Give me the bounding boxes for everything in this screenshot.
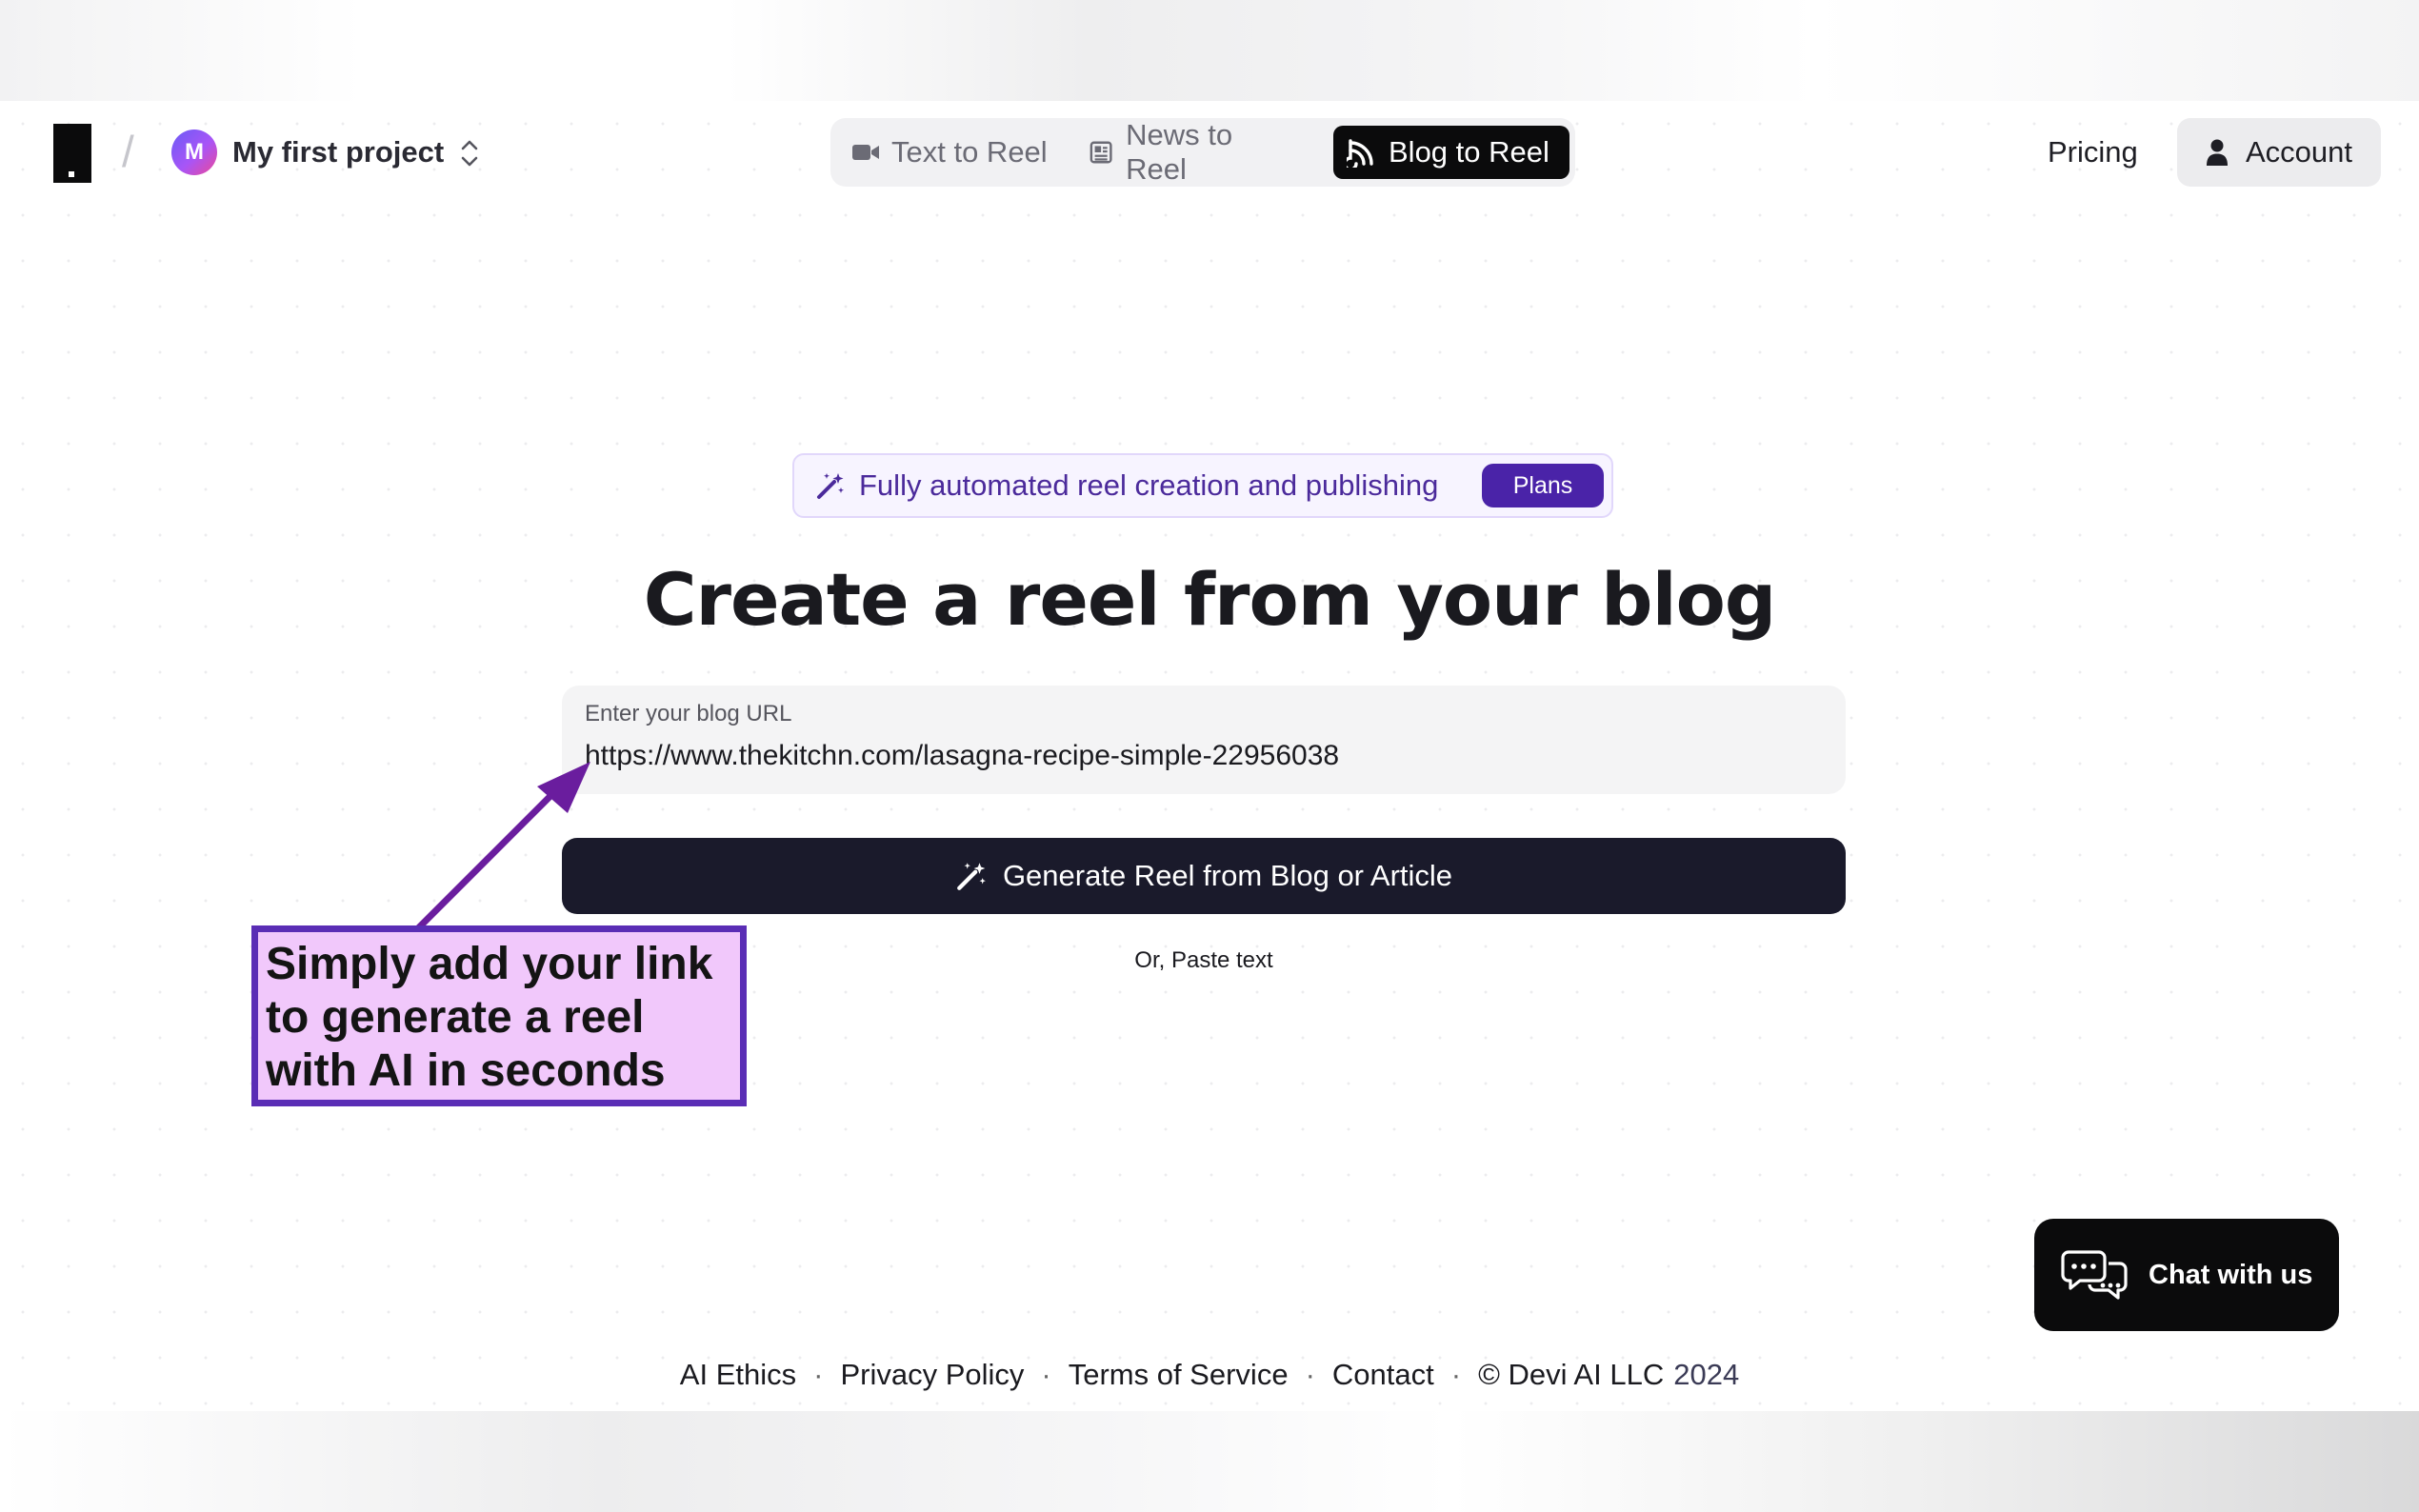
project-avatar[interactable]: M (171, 129, 217, 175)
app-logo[interactable] (53, 124, 91, 183)
footer-link-privacy-policy[interactable]: Privacy Policy (840, 1358, 1024, 1392)
tab-text-to-reel[interactable]: Text to Reel (838, 126, 1067, 179)
footer-separator: · (1305, 1358, 1315, 1391)
blog-url-input[interactable] (585, 735, 1813, 777)
paste-text-link[interactable]: Or, Paste text (1109, 943, 1299, 979)
footer-copyright: © Devi AI LLC (1478, 1358, 1665, 1391)
footer-separator: · (813, 1358, 824, 1391)
tab-label: Text to Reel (891, 135, 1048, 169)
top-backdrop (0, 0, 2419, 101)
magic-wand-icon (957, 863, 986, 890)
footer-link-terms-of-service[interactable]: Terms of Service (1069, 1358, 1289, 1392)
tab-label: Blog to Reel (1389, 135, 1549, 169)
tab-label: News to Reel (1126, 118, 1233, 186)
chat-with-us-button[interactable]: Chat with us (2034, 1219, 2339, 1331)
chat-bubbles-icon (2061, 1250, 2128, 1300)
magic-wand-icon (817, 473, 844, 499)
project-name[interactable]: My first project (232, 133, 444, 171)
plans-button[interactable]: Plans (1482, 464, 1604, 507)
footer-link-contact[interactable]: Contact (1332, 1358, 1434, 1392)
chat-label: Chat with us (2149, 1259, 2313, 1290)
blog-url-label: Enter your blog URL (585, 701, 792, 726)
account-button[interactable]: Account (2177, 118, 2381, 187)
account-label: Account (2245, 135, 2352, 169)
promo-banner[interactable]: Fully automated reel creation and publis… (792, 453, 1613, 518)
footer-separator: · (1041, 1358, 1051, 1391)
footer-separator: · (1450, 1358, 1462, 1391)
promo-text: Fully automated reel creation and publis… (859, 468, 1439, 502)
bottom-backdrop (0, 1411, 2419, 1512)
newspaper-icon (1090, 141, 1112, 164)
footer: AI Ethics · Privacy Policy · Terms of Se… (0, 1354, 2419, 1396)
generate-reel-button[interactable]: Generate Reel from Blog or Article (562, 838, 1846, 914)
page-title: Create a reel from your blog (643, 557, 1777, 642)
footer-year: 2024 (1673, 1358, 1740, 1391)
annotation-callout: Simply add your link to generate a reel … (251, 925, 747, 1106)
rss-feed-icon (1347, 139, 1373, 168)
blog-url-field[interactable]: Enter your blog URL (562, 686, 1846, 794)
breadcrumb-separator: / (122, 127, 134, 176)
video-camera-icon (852, 145, 879, 160)
pricing-link[interactable]: Pricing (2048, 133, 2138, 171)
chevron-up-down-icon[interactable] (457, 135, 482, 171)
generate-button-label: Generate Reel from Blog or Article (1002, 859, 1453, 892)
tab-news-to-reel[interactable]: News to Reel (1076, 118, 1303, 186)
mode-tabs: Text to Reel News to Reel Blog to Reel (830, 118, 1575, 187)
user-icon (2206, 139, 2228, 166)
footer-link-ai-ethics[interactable]: AI Ethics (680, 1358, 796, 1392)
tab-blog-to-reel[interactable]: Blog to Reel (1333, 126, 1569, 179)
